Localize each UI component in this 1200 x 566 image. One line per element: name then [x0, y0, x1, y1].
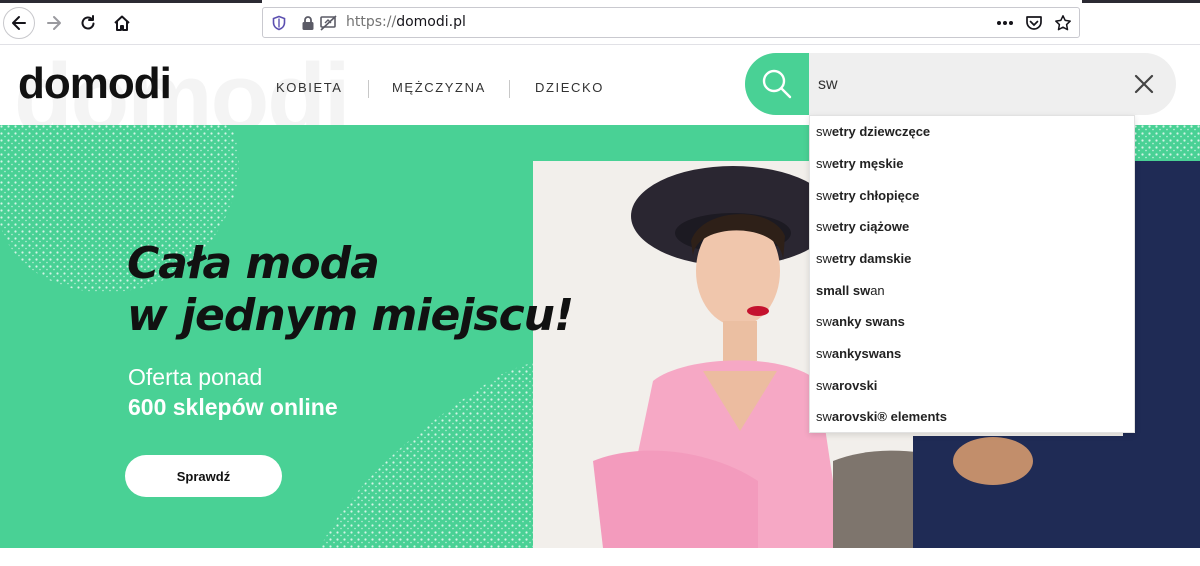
browser-toolbar: https://domodi.pl [0, 0, 1200, 45]
lock-icon[interactable] [299, 14, 317, 32]
star-icon[interactable] [1054, 14, 1072, 32]
back-button[interactable] [3, 7, 35, 39]
suggestion-item[interactable]: swetry ciążowe [816, 211, 1126, 242]
nav-divider [509, 80, 510, 98]
nav-divider [368, 80, 369, 98]
search-input[interactable] [818, 72, 1108, 98]
check-button[interactable]: Sprawdź [125, 455, 282, 497]
page-bottom [0, 548, 1200, 566]
reload-button[interactable] [72, 7, 104, 39]
suggestion-item[interactable]: small swan [816, 275, 1126, 306]
url-protocol: https:// [346, 14, 397, 30]
permissions-icon[interactable] [320, 14, 338, 32]
home-icon [114, 15, 130, 31]
search-icon [762, 69, 792, 99]
search-button[interactable] [745, 53, 809, 115]
suggestion-item[interactable]: swarovski® elements [816, 401, 1126, 432]
suggestion-item[interactable]: swarovski [816, 370, 1126, 401]
suggestion-item[interactable]: swetry dziewczęce [816, 116, 1126, 147]
url-domain: domodi.pl [396, 14, 466, 30]
clear-search-button[interactable] [1130, 70, 1158, 98]
site-logo[interactable]: domodi [18, 62, 172, 106]
pocket-icon[interactable] [1025, 14, 1043, 32]
hero-subtitle-line2: 600 sklepów online [128, 394, 338, 420]
suggestion-item[interactable]: swetry męskie [816, 148, 1126, 179]
suggestion-item[interactable]: swankyswans [816, 338, 1126, 369]
suggestion-item[interactable]: swetry damskie [816, 243, 1126, 274]
more-icon[interactable] [996, 14, 1014, 32]
home-button[interactable] [106, 7, 138, 39]
forward-button[interactable] [38, 7, 70, 39]
nav-kobieta[interactable]: KOBIETA [276, 80, 343, 95]
nav-dziecko[interactable]: DZIECKO [535, 80, 604, 95]
window-edge-gap [262, 0, 1082, 3]
shield-icon[interactable] [270, 14, 288, 32]
hero-headline-line1: Cała moda [127, 238, 380, 289]
forward-arrow-icon [47, 16, 61, 30]
back-arrow-icon [12, 16, 26, 30]
suggestion-item[interactable]: swetry chłopięce [816, 180, 1126, 211]
address-bar[interactable]: https://domodi.pl [262, 7, 1080, 38]
suggestion-item[interactable]: swanky swans [816, 306, 1126, 337]
reload-icon [81, 15, 95, 30]
nav-mezczyzna[interactable]: MĘŻCZYZNA [392, 80, 486, 95]
url-text[interactable]: https://domodi.pl [346, 14, 466, 30]
hero-headline: Cała moda w jednym miejscu! [127, 238, 574, 342]
close-icon [1134, 74, 1154, 94]
hero-subtitle-line1: Oferta ponad [128, 364, 263, 390]
hero-headline-line2: w jednym miejscu! [127, 290, 574, 341]
search-suggestions: swetry dziewczęce swetry męskie swetry c… [809, 115, 1135, 433]
